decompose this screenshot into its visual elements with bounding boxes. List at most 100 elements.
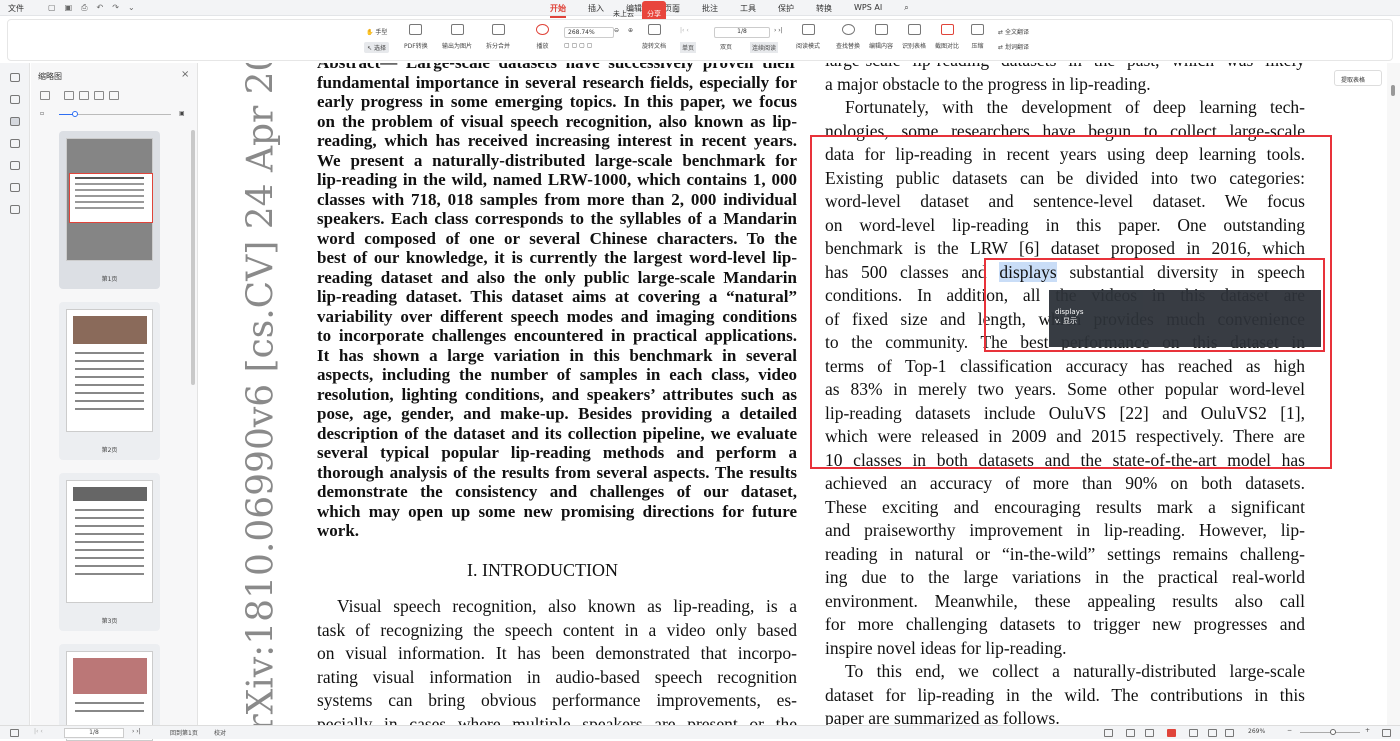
body-line: ing due to the large variations in the p… bbox=[825, 567, 1305, 587]
grid-view-icon[interactable] bbox=[40, 91, 50, 100]
print-icon[interactable]: ⎙ bbox=[81, 3, 87, 13]
abstract-line: thorough analysis of the results from se… bbox=[317, 462, 797, 482]
redo-icon[interactable]: ↷ bbox=[112, 3, 119, 13]
sidebar-toggle-icon[interactable] bbox=[10, 729, 19, 737]
abstract-line: demonstrate the consistency and challeng… bbox=[317, 482, 797, 501]
double-page-button[interactable]: 双页 bbox=[720, 42, 732, 51]
replace-page-icon[interactable] bbox=[109, 91, 119, 100]
text-line bbox=[75, 195, 144, 197]
document-scrollbar[interactable] bbox=[1387, 63, 1400, 725]
next-page-icon[interactable]: › ›| bbox=[132, 728, 141, 735]
copy-page-icon[interactable] bbox=[94, 91, 104, 100]
thumbnail-scrollbar[interactable] bbox=[191, 130, 195, 385]
undo-icon[interactable]: ↶ bbox=[97, 3, 104, 13]
text-line bbox=[75, 533, 144, 535]
thumbnail-icon[interactable] bbox=[10, 117, 20, 126]
zoom-in-icon[interactable]: + bbox=[1365, 727, 1370, 734]
tab-insert[interactable]: 插入 bbox=[588, 3, 604, 14]
full-translate-button[interactable]: ⇄ 全文翻译 bbox=[998, 27, 1029, 36]
save-icon[interactable]: ▣ bbox=[65, 3, 73, 13]
split-merge-button[interactable]: 拆分合并 bbox=[486, 24, 510, 50]
scrollbar-thumb[interactable] bbox=[1391, 85, 1395, 96]
recognize-table-label: 识别表格 bbox=[902, 43, 927, 50]
next-page-icons[interactable]: › ›| bbox=[774, 27, 783, 34]
select-tool[interactable]: ↖ 选择 bbox=[364, 42, 389, 53]
single-page-button[interactable]: 单页 bbox=[680, 42, 697, 53]
text-line bbox=[75, 183, 144, 185]
zoom-in-icon[interactable]: ⊕ bbox=[628, 27, 633, 34]
abstract-line: description of the dataset and its colle… bbox=[317, 423, 797, 443]
read-mode-button[interactable]: 阅读模式 bbox=[796, 24, 820, 50]
pdf-convert-button[interactable]: PDF转换 bbox=[404, 24, 428, 50]
text-line bbox=[75, 525, 144, 527]
small-thumb-icon[interactable]: ▫ bbox=[40, 110, 44, 117]
chevron-down-icon[interactable]: ⌄ bbox=[128, 3, 135, 13]
file-menu[interactable]: 文件 bbox=[8, 3, 24, 14]
tooltip-translation: v. 显示 bbox=[1055, 317, 1078, 325]
rotate-button[interactable]: 旋转文档 bbox=[642, 24, 666, 50]
word-translate-label: 划词翻译 bbox=[1004, 44, 1029, 51]
thumbnail-page-2[interactable]: 第2页 bbox=[59, 302, 160, 460]
single-view-icon[interactable] bbox=[1126, 729, 1135, 737]
outline-icon[interactable] bbox=[10, 73, 20, 82]
zoom-level[interactable]: 269% bbox=[1248, 728, 1265, 735]
face-grid-image bbox=[73, 316, 147, 344]
delete-page-icon[interactable] bbox=[79, 91, 89, 100]
signature-icon[interactable] bbox=[10, 183, 20, 192]
intro-line: task of recognizing the speech content i… bbox=[317, 619, 797, 640]
proofread-button[interactable]: 校对 bbox=[214, 728, 226, 737]
text-line bbox=[75, 573, 144, 575]
page-number-input[interactable]: 1/8 bbox=[714, 27, 770, 38]
compress-button[interactable]: 压缩 bbox=[971, 24, 984, 50]
back-to-first-button[interactable]: 回到第1页 bbox=[170, 728, 198, 737]
play-button[interactable]: 播放 bbox=[536, 24, 549, 50]
magnifier-icon bbox=[841, 24, 855, 35]
recognize-table-button[interactable]: 识别表格 bbox=[902, 24, 926, 50]
hand-tool[interactable]: ✋ 手型 bbox=[366, 27, 387, 36]
page-nav-icons[interactable]: |‹ ‹ bbox=[680, 27, 689, 34]
open-icon[interactable]: ▢ bbox=[48, 3, 56, 13]
split-merge-icon bbox=[491, 24, 505, 35]
fit-width-icon[interactable] bbox=[1189, 729, 1198, 737]
status-page-input[interactable]: 1/8 bbox=[64, 728, 124, 738]
find-replace-button[interactable]: 查找替换 bbox=[836, 24, 860, 50]
extract-table-button[interactable]: 提取表格 bbox=[1334, 70, 1382, 86]
thumbnail-size-slider[interactable] bbox=[59, 111, 171, 117]
to-image-button[interactable]: 输出为图片 bbox=[442, 24, 472, 50]
thumbnail-page-4[interactable] bbox=[59, 644, 160, 741]
zoom-out-icon[interactable]: − bbox=[1287, 727, 1292, 734]
zoom-knob[interactable] bbox=[1330, 729, 1336, 735]
tab-start[interactable]: 开始 bbox=[550, 3, 566, 18]
first-page-icon[interactable]: |‹ ‹ bbox=[34, 728, 43, 735]
word-translate-button[interactable]: ⇄ 划词翻译 bbox=[998, 42, 1029, 51]
abstract-line: variability over different speech modes … bbox=[317, 306, 797, 326]
slider-knob[interactable] bbox=[72, 111, 78, 117]
comment-icon[interactable] bbox=[10, 139, 20, 148]
attachment-icon[interactable] bbox=[10, 161, 20, 170]
close-icon[interactable]: × bbox=[181, 69, 189, 80]
view-mode-icon[interactable] bbox=[1104, 729, 1113, 737]
zoom-out-icon[interactable]: ⊖ bbox=[614, 27, 619, 34]
fullscreen-icon[interactable] bbox=[1382, 729, 1391, 737]
actual-size-icon[interactable] bbox=[1225, 729, 1234, 737]
double-view-icon[interactable] bbox=[1145, 729, 1154, 737]
play-mode-icon[interactable] bbox=[1167, 729, 1176, 737]
layers-icon[interactable] bbox=[10, 205, 20, 214]
thumbnail-page-1[interactable]: 第1页 bbox=[59, 131, 160, 289]
fit-page-icon[interactable] bbox=[1208, 729, 1217, 737]
zoom-select[interactable]: 268.74% bbox=[564, 27, 614, 38]
view-icons[interactable]: ▢ ▢ ▢ ▢ bbox=[564, 42, 592, 49]
zoom-slider[interactable] bbox=[1300, 729, 1360, 735]
abstract-line: on the problem of visual speech recognit… bbox=[317, 111, 797, 131]
document-view: arXiv:1810.06990v6 [cs.CV] 24 Apr 2019 A… bbox=[212, 63, 1387, 725]
thumbnail-page-3[interactable]: 第3页 bbox=[59, 473, 160, 631]
insert-page-icon[interactable] bbox=[64, 91, 74, 100]
screenshot-compare-button[interactable]: 截图对比 bbox=[935, 24, 959, 50]
continuous-read-button[interactable]: 连续阅读 bbox=[750, 42, 779, 53]
large-thumb-icon[interactable]: ▣ bbox=[179, 110, 185, 117]
body-line: To this end, we collect a naturally-dist… bbox=[845, 661, 1305, 681]
edit-content-button[interactable]: 编辑内容 bbox=[869, 24, 893, 50]
abstract-line: best of our knowledge, it is currently t… bbox=[317, 248, 797, 267]
translation-tooltip[interactable]: displays v. 显示 bbox=[1049, 290, 1321, 347]
bookmark-icon[interactable] bbox=[10, 95, 20, 104]
